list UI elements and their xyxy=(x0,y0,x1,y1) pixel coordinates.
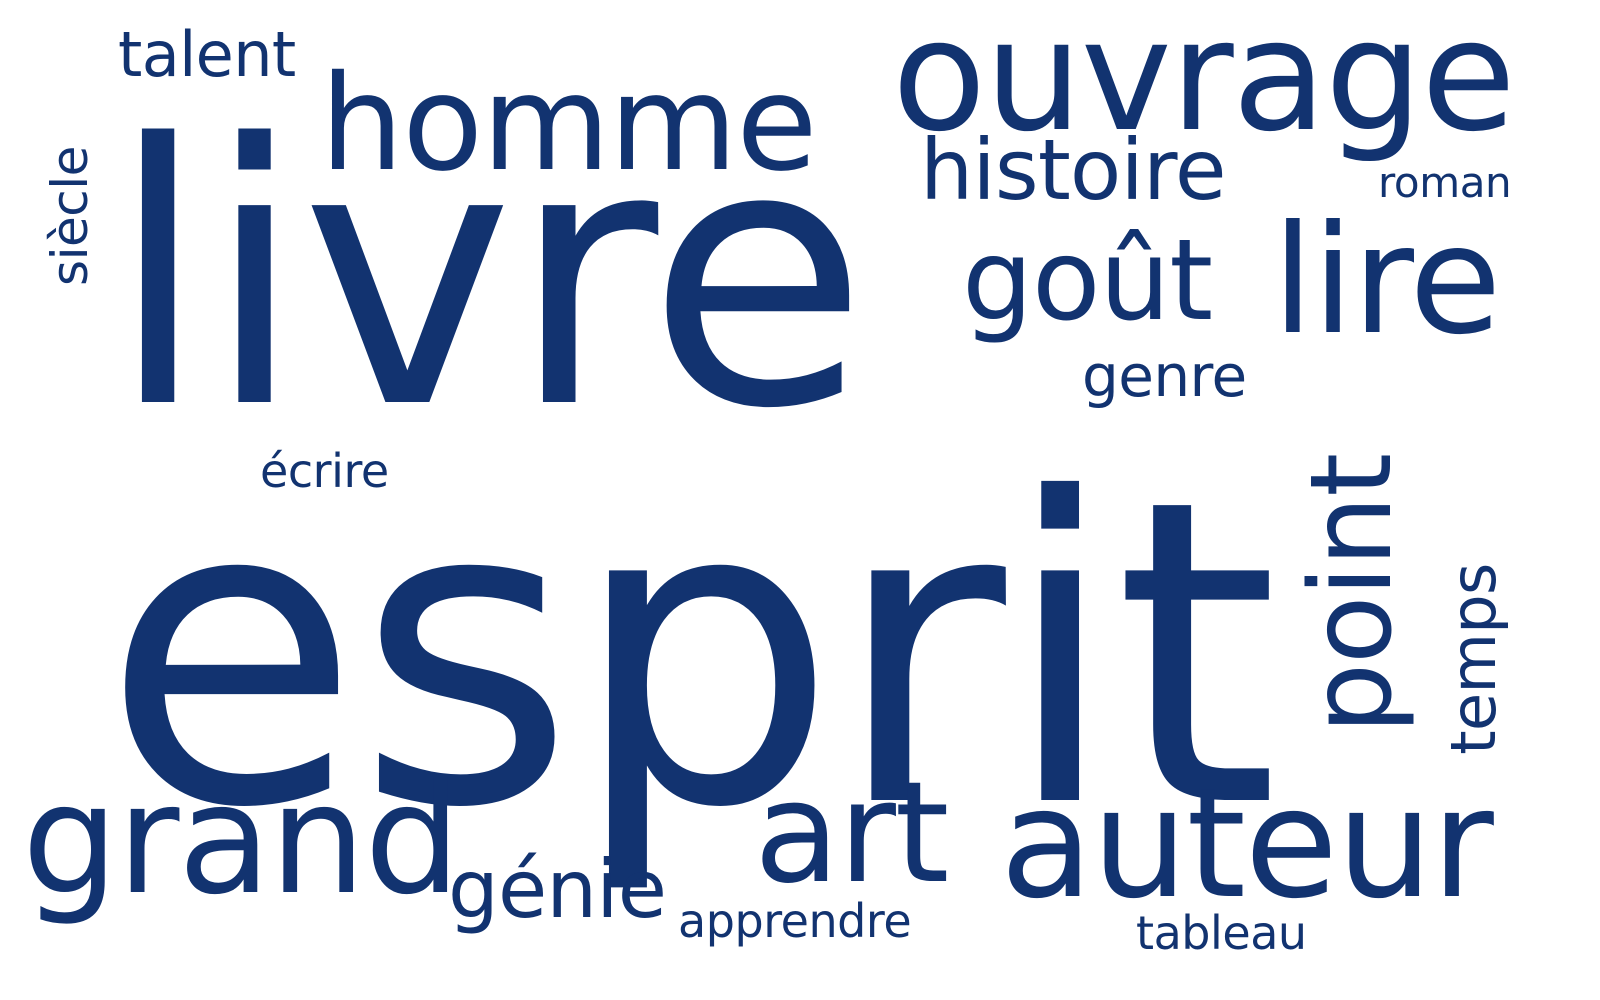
word-apprendre: apprendre xyxy=(678,894,912,948)
word-auteur: auteur xyxy=(1000,755,1494,932)
word-ecrire: écrire xyxy=(260,444,389,498)
word-grand: grand xyxy=(22,751,461,928)
word-point: point xyxy=(1287,453,1417,735)
word-temps: temps xyxy=(1437,563,1510,755)
word-genie: génie xyxy=(448,843,667,936)
word-tableau: tableau xyxy=(1136,906,1307,960)
word-cloud: livre esprit homme ouvrage talent siècle… xyxy=(0,0,1600,1000)
word-gout: goût xyxy=(962,216,1213,346)
word-histoire: histoire xyxy=(920,121,1226,219)
word-siecle: siècle xyxy=(41,146,99,286)
word-lire: lire xyxy=(1272,194,1502,368)
word-homme: homme xyxy=(320,47,818,201)
word-art: art xyxy=(754,752,949,915)
word-talent: talent xyxy=(118,18,296,91)
word-genre: genre xyxy=(1082,342,1247,410)
